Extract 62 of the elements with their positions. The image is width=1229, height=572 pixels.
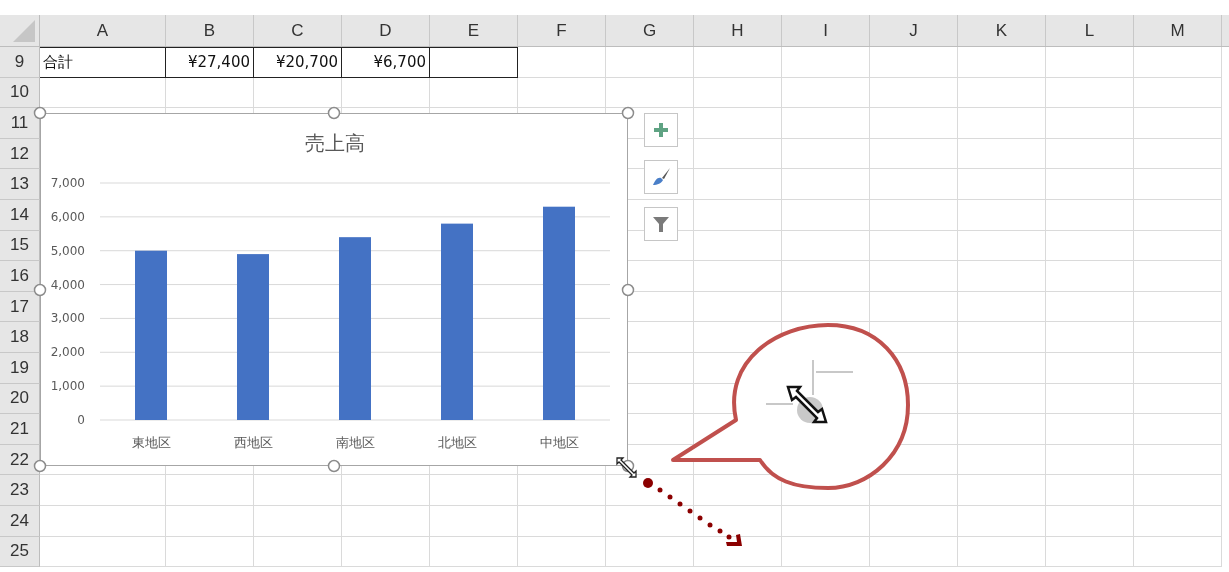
row-header[interactable]: 12 xyxy=(0,138,40,170)
plus-icon xyxy=(652,121,670,139)
row-header[interactable]: 25 xyxy=(0,536,40,568)
row-header[interactable]: 21 xyxy=(0,414,40,445)
table-cell: 合計 xyxy=(40,47,166,78)
resize-handle[interactable] xyxy=(327,106,341,120)
category-label: 北地区 xyxy=(437,435,477,450)
row-header[interactable]: 11 xyxy=(0,108,40,139)
resize-handle[interactable] xyxy=(33,459,47,473)
category-label: 西地区 xyxy=(233,435,273,450)
table-cell: ¥6,700 xyxy=(342,47,430,78)
resize-handle[interactable] xyxy=(621,283,635,297)
row-header[interactable]: 20 xyxy=(0,383,40,415)
column-header[interactable]: L xyxy=(1046,15,1134,46)
column-header[interactable]: J xyxy=(870,15,958,46)
column-header[interactable]: E xyxy=(430,15,518,46)
axis-tick-label: 6,000 xyxy=(50,209,85,224)
table-cell: ¥20,700 xyxy=(254,47,342,78)
resize-handle[interactable] xyxy=(621,106,635,120)
filter-icon xyxy=(651,214,671,234)
column-header[interactable]: H xyxy=(694,15,782,46)
column-header[interactable]: G xyxy=(606,15,694,46)
row-header[interactable]: 23 xyxy=(0,475,40,506)
row-header[interactable]: 19 xyxy=(0,352,40,384)
chart-title: 売上高 xyxy=(305,131,365,155)
resize-cursor-icon xyxy=(765,359,854,424)
row-header[interactable]: 9 xyxy=(0,47,40,78)
chart-filter-button[interactable] xyxy=(644,207,678,241)
resize-handle[interactable] xyxy=(33,283,47,297)
category-label: 南地区 xyxy=(335,435,375,450)
column-header[interactable]: I xyxy=(782,15,870,46)
axis-tick-label: 1,000 xyxy=(50,379,85,394)
add-element-button[interactable] xyxy=(644,113,678,147)
chart-area[interactable]: 売上高 0 1,000 2,000 3,000 4,000 5,000 6,000 7,000 東地区 西地区 南地区 北地区 中地区 xyxy=(40,113,628,466)
resize-handle[interactable] xyxy=(327,459,341,473)
resize-cursor-icon xyxy=(614,455,640,481)
category-label: 東地区 xyxy=(131,435,171,450)
axis-tick-label: 4,000 xyxy=(50,277,85,292)
column-header[interactable]: M xyxy=(1134,15,1222,46)
category-label: 中地区 xyxy=(539,435,579,450)
column-header[interactable]: D xyxy=(342,15,430,46)
chart-style-button[interactable] xyxy=(644,160,678,194)
row-header[interactable]: 15 xyxy=(0,230,40,262)
axis-tick-label: 0 xyxy=(77,413,85,427)
column-header[interactable]: B xyxy=(166,15,254,46)
row-header[interactable]: 18 xyxy=(0,322,40,353)
row-header[interactable]: 14 xyxy=(0,199,40,231)
axis-tick-label: 7,000 xyxy=(50,176,85,190)
row-header[interactable]: 13 xyxy=(0,169,40,200)
column-header[interactable]: A xyxy=(40,15,166,46)
row-header[interactable]: 17 xyxy=(0,291,40,323)
column-header[interactable]: K xyxy=(958,15,1046,46)
column-header[interactable]: F xyxy=(518,15,606,46)
table-cell: ¥27,400 xyxy=(166,47,254,78)
axis-tick-label: 5,000 xyxy=(50,243,85,258)
resize-handle[interactable] xyxy=(33,106,47,120)
column-header[interactable]: C xyxy=(254,15,342,46)
row-header[interactable]: 24 xyxy=(0,505,40,537)
row-header[interactable]: 10 xyxy=(0,77,40,109)
axis-tick-label: 3,000 xyxy=(50,311,85,326)
axis-tick-label: 2,000 xyxy=(50,345,85,360)
row-header[interactable]: 16 xyxy=(0,261,40,292)
